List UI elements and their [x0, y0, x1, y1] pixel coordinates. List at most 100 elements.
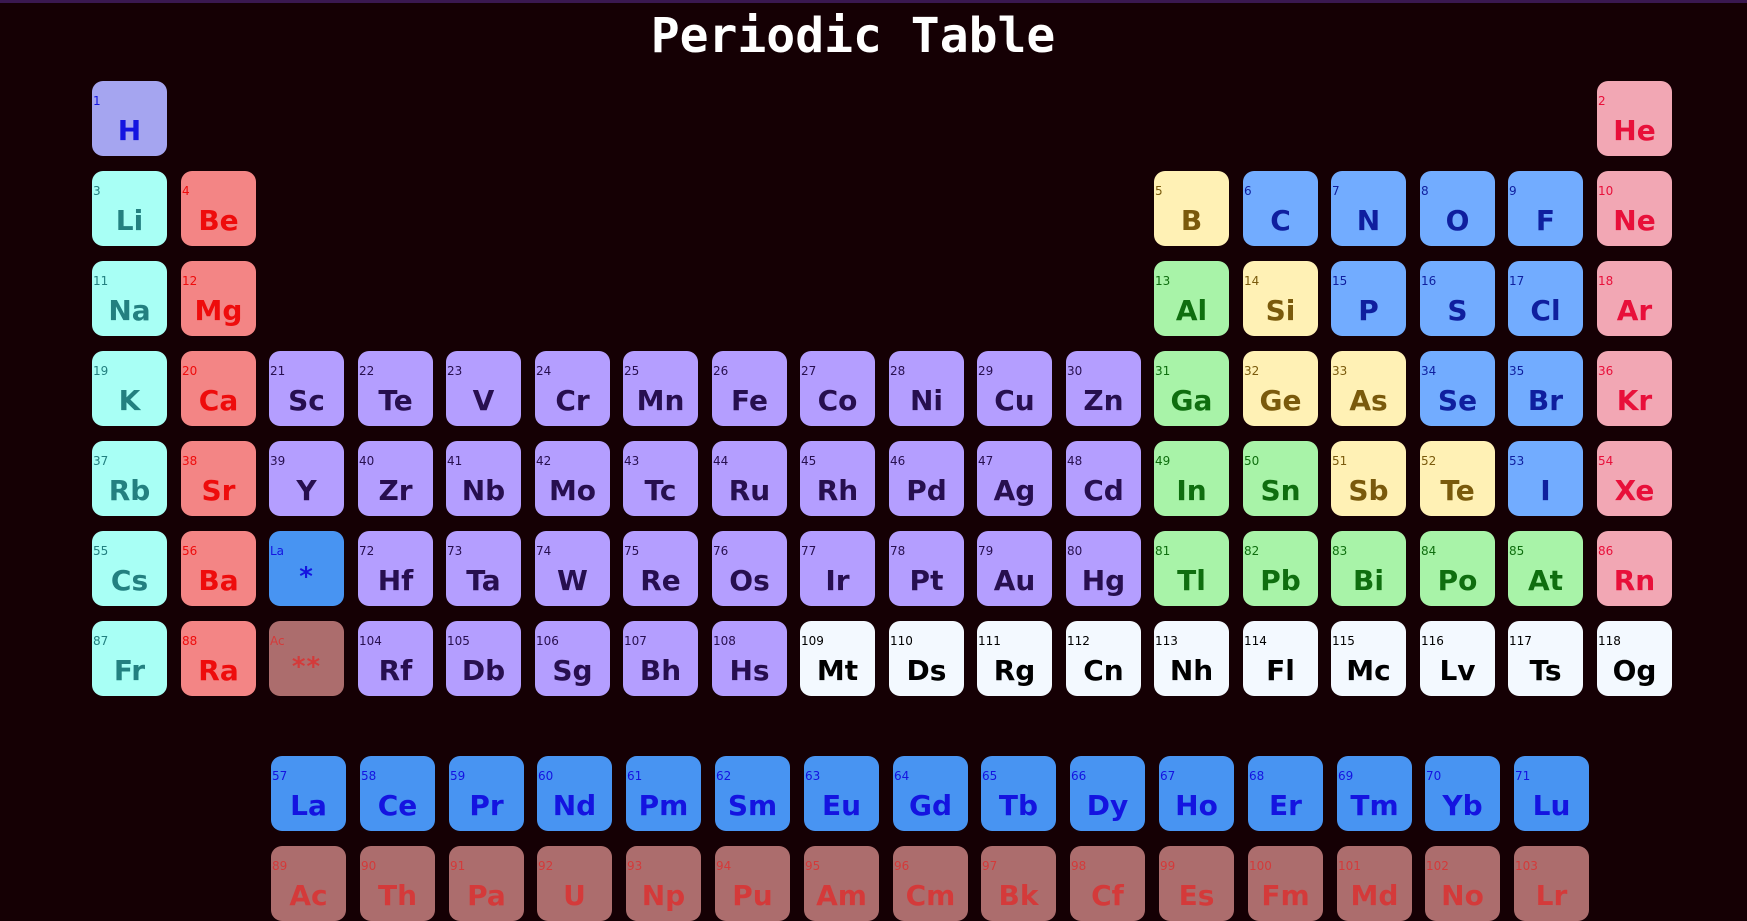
element-tile[interactable]: 17 Cl — [1508, 261, 1583, 336]
element-tile[interactable]: 106 Sg — [535, 621, 610, 696]
element-tile[interactable]: 37 Rb — [92, 441, 167, 516]
element-tile[interactable]: 84 Po — [1420, 531, 1495, 606]
element-tile[interactable]: 95 Am — [804, 846, 879, 921]
element-tile[interactable]: 94 Pu — [715, 846, 790, 921]
element-tile[interactable]: 85 At — [1508, 531, 1583, 606]
element-tile[interactable]: 72 Hf — [358, 531, 433, 606]
element-tile[interactable]: 5B — [1154, 171, 1229, 246]
element-tile[interactable]: 75 Re — [623, 531, 698, 606]
element-tile[interactable]: 97 Bk — [981, 846, 1056, 921]
element-tile[interactable]: 81 Tl — [1154, 531, 1229, 606]
element-tile[interactable]: 24 Cr — [535, 351, 610, 426]
element-tile[interactable]: 44 Ru — [712, 441, 787, 516]
element-tile[interactable]: 70 Yb — [1425, 756, 1500, 831]
element-tile[interactable]: 48 Cd — [1066, 441, 1141, 516]
element-tile[interactable]: 33 As — [1331, 351, 1406, 426]
element-tile[interactable]: 101 Md — [1337, 846, 1412, 921]
element-tile[interactable]: 21 Sc — [269, 351, 344, 426]
element-tile[interactable]: 28 Ni — [889, 351, 964, 426]
element-tile[interactable]: 108 Hs — [712, 621, 787, 696]
element-tile[interactable]: 92 U — [537, 846, 612, 921]
element-tile[interactable]: 15 P — [1331, 261, 1406, 336]
element-tile[interactable]: 52 Te — [1420, 441, 1495, 516]
element-tile[interactable]: 55 Cs — [92, 531, 167, 606]
element-tile[interactable]: 88 Ra — [181, 621, 256, 696]
element-tile[interactable]: 114 Fl — [1243, 621, 1318, 696]
element-tile[interactable]: 64 Gd — [893, 756, 968, 831]
element-tile[interactable]: 47 Ag — [977, 441, 1052, 516]
element-tile[interactable]: 30 Zn — [1066, 351, 1141, 426]
element-tile[interactable]: 87 Fr — [92, 621, 167, 696]
element-tile[interactable]: 1H — [92, 81, 167, 156]
element-tile[interactable]: 45 Rh — [800, 441, 875, 516]
element-tile[interactable]: 74 W — [535, 531, 610, 606]
element-tile[interactable]: 38 Sr — [181, 441, 256, 516]
element-tile[interactable]: 62 Sm — [715, 756, 790, 831]
element-tile[interactable]: 22 Te — [358, 351, 433, 426]
element-tile[interactable]: 49 In — [1154, 441, 1229, 516]
element-tile[interactable]: 39 Y — [269, 441, 344, 516]
element-tile[interactable]: 31 Ga — [1154, 351, 1229, 426]
element-tile[interactable]: 9F — [1508, 171, 1583, 246]
element-tile[interactable]: 8O — [1420, 171, 1495, 246]
element-tile[interactable]: 110 Ds — [889, 621, 964, 696]
element-tile[interactable]: 40 Zr — [358, 441, 433, 516]
element-tile[interactable]: 67 Ho — [1159, 756, 1234, 831]
element-tile[interactable]: 19 K — [92, 351, 167, 426]
element-tile[interactable]: 90 Th — [360, 846, 435, 921]
element-tile[interactable]: 89 Ac — [271, 846, 346, 921]
element-tile[interactable]: 20 Ca — [181, 351, 256, 426]
element-tile[interactable]: 105 Db — [446, 621, 521, 696]
element-tile[interactable]: 63 Eu — [804, 756, 879, 831]
element-tile[interactable]: 91 Pa — [449, 846, 524, 921]
element-tile[interactable]: 58 Ce — [360, 756, 435, 831]
element-tile[interactable]: Ac ** — [269, 621, 344, 696]
element-tile[interactable]: 71 Lu — [1514, 756, 1589, 831]
element-tile[interactable]: 54 Xe — [1597, 441, 1672, 516]
element-tile[interactable]: 79 Au — [977, 531, 1052, 606]
element-tile[interactable]: 10 Ne — [1597, 171, 1672, 246]
element-tile[interactable]: 6C — [1243, 171, 1318, 246]
element-tile[interactable]: 25 Mn — [623, 351, 698, 426]
element-tile[interactable]: 13 Al — [1154, 261, 1229, 336]
element-tile[interactable]: 118 Og — [1597, 621, 1672, 696]
element-tile[interactable]: 76 Os — [712, 531, 787, 606]
element-tile[interactable]: 80 Hg — [1066, 531, 1141, 606]
element-tile[interactable]: 116 Lv — [1420, 621, 1495, 696]
element-tile[interactable]: 56 Ba — [181, 531, 256, 606]
element-tile[interactable]: 68 Er — [1248, 756, 1323, 831]
element-tile[interactable]: 66 Dy — [1070, 756, 1145, 831]
element-tile[interactable]: 51 Sb — [1331, 441, 1406, 516]
element-tile[interactable]: 46 Pd — [889, 441, 964, 516]
element-tile[interactable]: 115 Mc — [1331, 621, 1406, 696]
element-tile[interactable]: 57 La — [271, 756, 346, 831]
element-tile[interactable]: 4 Be — [181, 171, 256, 246]
element-tile[interactable]: 2 He — [1597, 81, 1672, 156]
element-tile[interactable]: 77 Ir — [800, 531, 875, 606]
element-tile[interactable]: 86 Rn — [1597, 531, 1672, 606]
element-tile[interactable]: 32 Ge — [1243, 351, 1318, 426]
element-tile[interactable]: 3 Li — [92, 171, 167, 246]
element-tile[interactable]: La * — [269, 531, 344, 606]
element-tile[interactable]: 83 Bi — [1331, 531, 1406, 606]
element-tile[interactable]: 18 Ar — [1597, 261, 1672, 336]
element-tile[interactable]: 59 Pr — [449, 756, 524, 831]
element-tile[interactable]: 41 Nb — [446, 441, 521, 516]
element-tile[interactable]: 109 Mt — [800, 621, 875, 696]
element-tile[interactable]: 61 Pm — [626, 756, 701, 831]
element-tile[interactable]: 11 Na — [92, 261, 167, 336]
element-tile[interactable]: 104 Rf — [358, 621, 433, 696]
element-tile[interactable]: 93 Np — [626, 846, 701, 921]
element-tile[interactable]: 112 Cn — [1066, 621, 1141, 696]
element-tile[interactable]: 14 Si — [1243, 261, 1318, 336]
element-tile[interactable]: 26 Fe — [712, 351, 787, 426]
element-tile[interactable]: 69 Tm — [1337, 756, 1412, 831]
element-tile[interactable]: 102 No — [1425, 846, 1500, 921]
element-tile[interactable]: 96 Cm — [893, 846, 968, 921]
element-tile[interactable]: 100 Fm — [1248, 846, 1323, 921]
element-tile[interactable]: 117 Ts — [1508, 621, 1583, 696]
element-tile[interactable]: 107 Bh — [623, 621, 698, 696]
element-tile[interactable]: 35 Br — [1508, 351, 1583, 426]
element-tile[interactable]: 60 Nd — [537, 756, 612, 831]
element-tile[interactable]: 27 Co — [800, 351, 875, 426]
